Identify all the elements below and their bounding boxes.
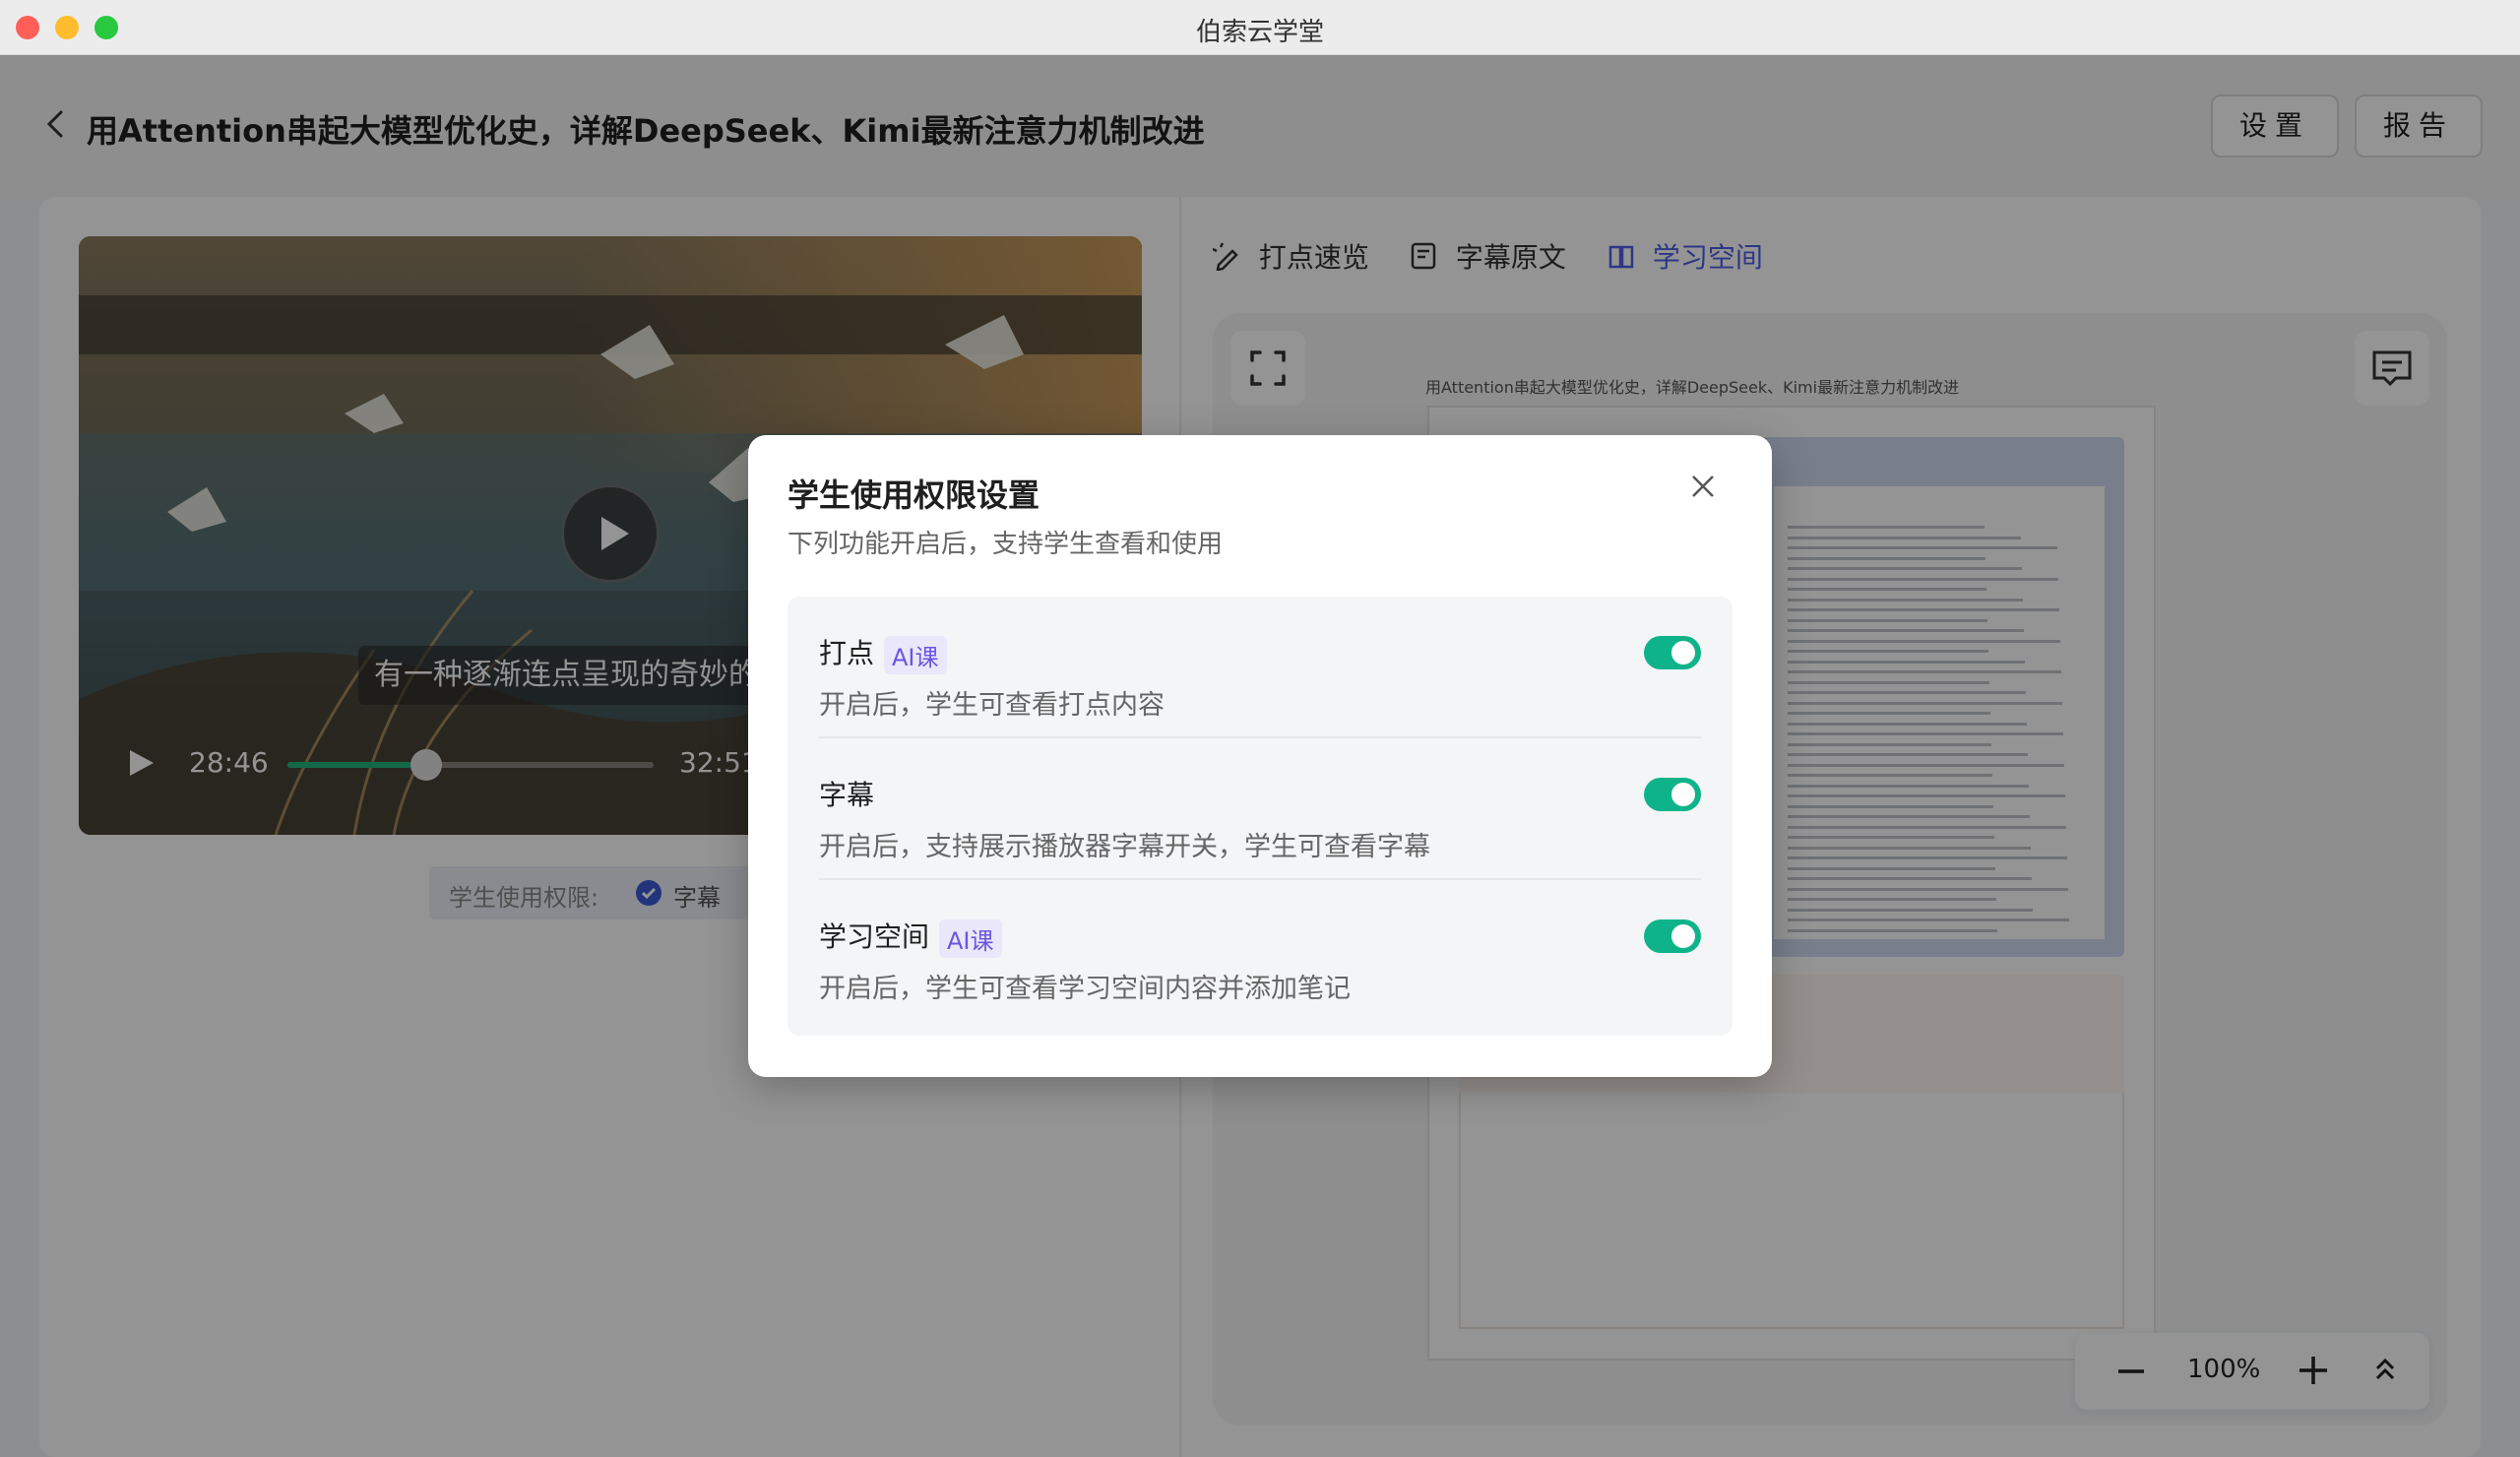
highlights-toggle[interactable] [1644, 636, 1701, 669]
dialog-title: 学生使用权限设置 [788, 476, 1040, 514]
permission-description: 开启后，支持展示播放器字幕开关，学生可查看字幕 [819, 832, 1430, 862]
permission-description: 开启后，学生可查看打点内容 [819, 690, 1165, 721]
permission-description: 开启后，学生可查看学习空间内容并添加笔记 [819, 974, 1351, 1004]
dialog-close-button[interactable] [1687, 471, 1719, 502]
app-window: 伯索云学堂 用Attention串起大模型优化史，详解DeepSeek、Kimi… [0, 0, 2520, 1457]
toggle-knob [1671, 641, 1695, 665]
permission-settings-dialog: 学生使用权限设置 下列功能开启后，支持学生查看和使用 打点 AI课 开启后，学生可… [748, 435, 1772, 1077]
permission-row-highlights: 打点 AI课 开启后，学生可查看打点内容 [819, 597, 1701, 738]
app-title: 伯索云学堂 [1195, 18, 1324, 47]
close-icon [1692, 475, 1714, 497]
study-space-toggle[interactable] [1644, 919, 1701, 953]
permission-list: 打点 AI课 开启后，学生可查看打点内容 字幕 开启后，支持展示播放器字幕开关，学… [788, 597, 1732, 1036]
ai-course-badge: AI课 [939, 919, 1002, 958]
toggle-knob [1671, 924, 1695, 948]
dialog-subtitle: 下列功能开启后，支持学生查看和使用 [788, 530, 1224, 559]
subtitles-toggle[interactable] [1644, 778, 1701, 811]
title-bar: 伯索云学堂 [0, 0, 2520, 55]
toggle-knob [1671, 783, 1695, 806]
permission-row-subtitles: 字幕 开启后，支持展示播放器字幕开关，学生可查看字幕 [819, 738, 1701, 880]
permission-name: 字幕 [819, 779, 875, 811]
permission-name: 打点 [819, 637, 875, 669]
ai-course-badge: AI课 [884, 635, 947, 674]
permission-row-study-space: 学习空间 AI课 开启后，学生可查看学习空间内容并添加笔记 [819, 880, 1701, 1022]
permission-name: 学习空间 [819, 920, 930, 953]
